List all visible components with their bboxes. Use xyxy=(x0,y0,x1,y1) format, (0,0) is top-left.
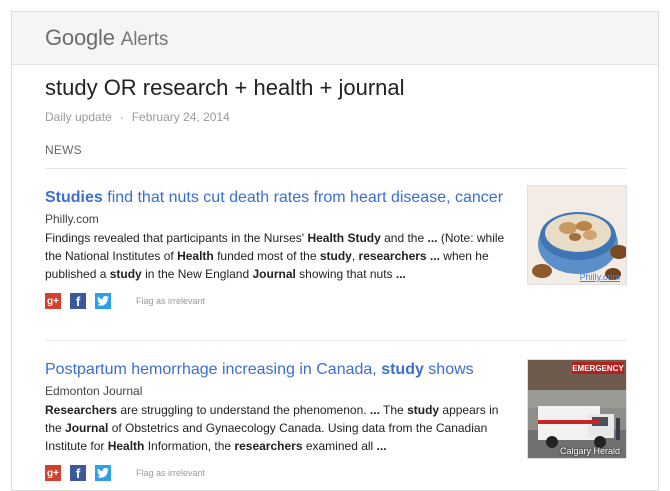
header: Google Alerts xyxy=(12,12,658,65)
oatmeal-nuts-image xyxy=(528,186,626,284)
share-bar: g+ f Flag as irrelevant xyxy=(45,465,205,481)
content: study OR research + health + journal Dai… xyxy=(45,64,627,481)
alert-meta: Daily update · February 24, 2014 xyxy=(45,110,627,124)
snippet-bold: study xyxy=(109,267,142,281)
emergency-sign: EMERGENCY xyxy=(572,364,624,373)
snippet-text: are struggling to understand the phenome… xyxy=(117,403,370,417)
snippet-text: funded most of the xyxy=(213,249,320,263)
article-text: Postpartum hemorrhage increasing in Cana… xyxy=(45,359,510,455)
flag-irrelevant-link[interactable]: Flag as irrelevant xyxy=(136,296,205,306)
snippet-bold: study xyxy=(319,249,352,263)
google-plus-icon[interactable]: g+ xyxy=(45,465,61,481)
snippet-bold: Health xyxy=(177,249,214,263)
snippet-text: , xyxy=(351,249,359,263)
snippet-text: examined all xyxy=(302,439,377,453)
article-text: Studies find that nuts cut death rates f… xyxy=(45,187,510,283)
frequency: Daily update xyxy=(45,110,112,124)
snippet-bold: Researchers xyxy=(45,403,118,417)
ambulance-image: EMERGENCY xyxy=(528,360,626,458)
article-snippet: Findings revealed that participants in t… xyxy=(45,229,510,283)
snippet-text: in the New England xyxy=(141,267,253,281)
brand-google: Google xyxy=(45,25,115,50)
alert-date: February 24, 2014 xyxy=(131,110,230,124)
title-rest: find that nuts cut death rates from hear… xyxy=(102,189,504,206)
article-thumbnail[interactable]: EMERGENCY Calgary Herald xyxy=(527,359,627,459)
image-caption[interactable]: Philly.com xyxy=(580,272,620,282)
article-snippet: Researchers are struggling to understand… xyxy=(45,401,510,455)
article: Postpartum hemorrhage increasing in Cana… xyxy=(45,341,627,481)
snippet-bold: researchers ... xyxy=(358,249,440,263)
google-alerts-logo[interactable]: Google Alerts xyxy=(45,25,168,51)
snippet-bold: study xyxy=(407,403,440,417)
snippet-bold: ... xyxy=(427,231,438,245)
snippet-bold: Journal xyxy=(252,267,296,281)
article: Studies find that nuts cut death rates f… xyxy=(45,169,627,341)
snippet-bold: ... xyxy=(395,267,406,281)
snippet-text: and the xyxy=(380,231,428,245)
article-source: Edmonton Journal xyxy=(45,384,143,398)
title-rest: Postpartum hemorrhage increasing in Cana… xyxy=(45,361,382,378)
brand-alerts: Alerts xyxy=(120,29,169,50)
article-title-link[interactable]: Studies find that nuts cut death rates f… xyxy=(45,187,510,208)
article-thumbnail[interactable]: Philly.com xyxy=(527,185,627,285)
snippet-text: Findings revealed that participants in t… xyxy=(45,231,308,245)
facebook-icon[interactable]: f xyxy=(70,465,86,481)
snippet-bold: Health Study xyxy=(307,231,381,245)
facebook-icon[interactable]: f xyxy=(70,293,86,309)
snippet-bold: researchers xyxy=(234,439,303,453)
share-bar: g+ f Flag as irrelevant xyxy=(45,293,205,309)
snippet-text: The xyxy=(379,403,408,417)
snippet-bold: ... xyxy=(369,403,380,417)
twitter-icon[interactable] xyxy=(95,465,111,481)
alert-query: study OR research + health + journal xyxy=(45,75,405,100)
snippet-text: Information, the xyxy=(144,439,235,453)
google-plus-icon[interactable]: g+ xyxy=(45,293,61,309)
title-bold: study xyxy=(381,361,424,378)
article-source: Philly.com xyxy=(45,212,99,226)
title-tail: shows xyxy=(423,361,474,378)
alert-card: Google Alerts study OR research + health … xyxy=(11,11,659,491)
flag-irrelevant-link[interactable]: Flag as irrelevant xyxy=(136,468,205,478)
section-label: NEWS xyxy=(45,143,82,157)
snippet-bold: ... xyxy=(376,439,387,453)
snippet-bold: Journal xyxy=(65,421,109,435)
twitter-icon[interactable] xyxy=(95,293,111,309)
title-bold: Studies xyxy=(45,189,103,206)
image-caption: Calgary Herald xyxy=(559,446,620,456)
snippet-text: showing that nuts xyxy=(295,267,396,281)
snippet-bold: Health xyxy=(107,439,145,453)
article-title-link[interactable]: Postpartum hemorrhage increasing in Cana… xyxy=(45,359,510,380)
meta-separator: · xyxy=(119,110,124,124)
